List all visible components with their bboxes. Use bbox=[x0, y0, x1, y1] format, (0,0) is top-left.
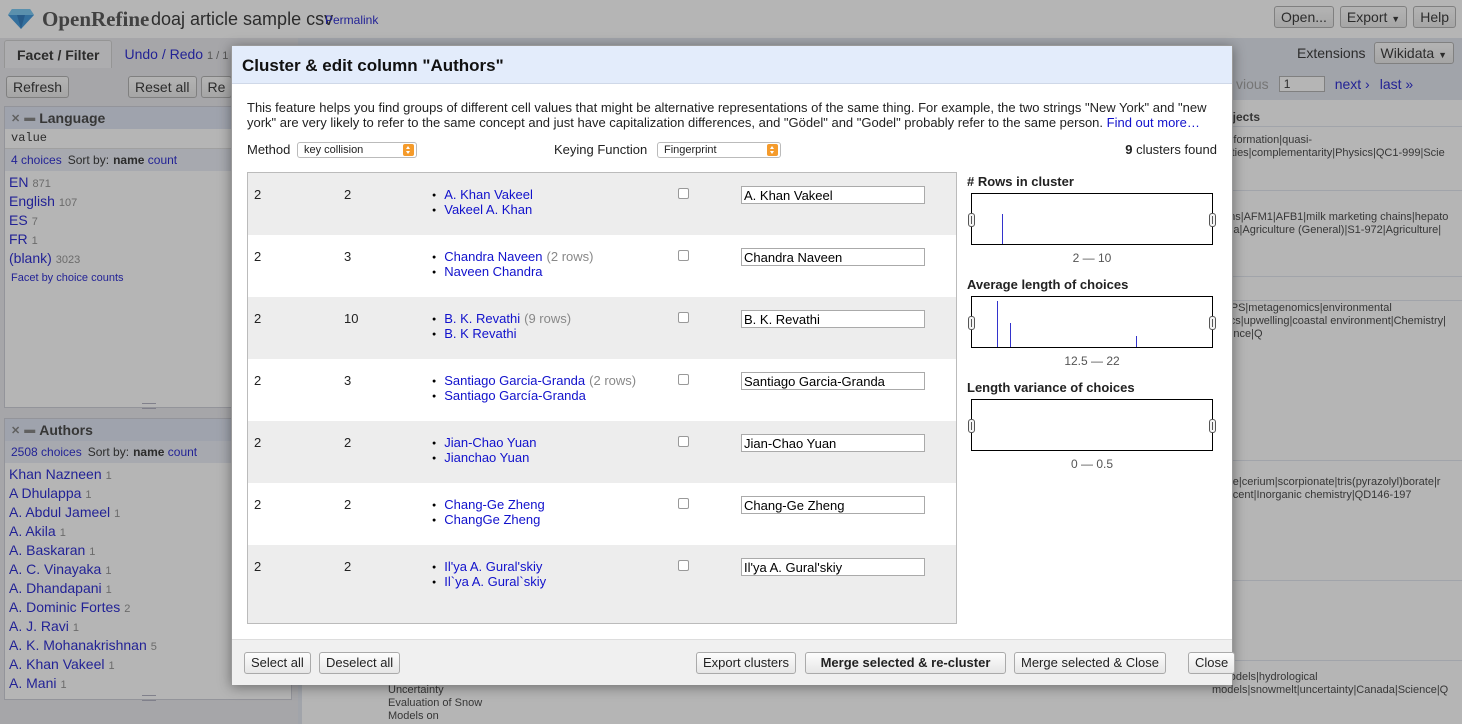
new-cell-value-input[interactable] bbox=[741, 310, 925, 328]
cluster-row: 2 3 Chandra Naveen(2 rows)Naveen Chandra bbox=[248, 235, 956, 297]
cluster-values-list: Chandra Naveen(2 rows)Naveen Chandra bbox=[432, 249, 593, 279]
cluster-value[interactable]: B. K. Revathi(9 rows) bbox=[432, 311, 571, 326]
method-select[interactable]: key collision bbox=[297, 142, 417, 158]
cluster-value[interactable]: Il'ya A. Gural'skiy bbox=[432, 559, 546, 574]
cluster-values-list: Chang-Ge ZhengChangGe Zheng bbox=[432, 497, 545, 527]
cluster-size: 2 bbox=[254, 187, 262, 202]
find-out-more-link[interactable]: Find out more… bbox=[1107, 115, 1200, 130]
clusters-count: 9 bbox=[1125, 142, 1133, 157]
cluster-value[interactable]: Santiago Garcia-Granda(2 rows) bbox=[432, 373, 636, 388]
deselect-all-button[interactable]: Deselect all bbox=[319, 652, 401, 674]
method-label: Method bbox=[247, 142, 291, 157]
cluster-table: 2 2 A. Khan VakeelVakeel A. Khan 2 3 Chandra … bbox=[247, 172, 957, 624]
rows-in-cluster-histogram[interactable] bbox=[968, 193, 1216, 245]
cluster-value[interactable]: Vakeel A. Khan bbox=[432, 202, 533, 217]
cluster-row: 2 2 Il'ya A. Gural'skiyIl`ya A. Gural`skiy bbox=[248, 545, 956, 607]
cluster-row-count: 10 bbox=[344, 311, 359, 326]
cluster-value[interactable]: A. Khan Vakeel bbox=[432, 187, 533, 202]
cluster-value[interactable]: Jianchao Yuan bbox=[432, 450, 537, 465]
merge-checkbox[interactable] bbox=[678, 560, 689, 571]
cluster-value[interactable]: Il`ya A. Gural`skiy bbox=[432, 574, 546, 589]
range-slider-handle[interactable] bbox=[968, 419, 975, 433]
cluster-size: 2 bbox=[254, 497, 262, 512]
cluster-row-count: 2 bbox=[344, 187, 352, 202]
select-all-button[interactable]: Select all bbox=[244, 652, 311, 674]
merge-checkbox[interactable] bbox=[678, 188, 689, 199]
cluster-row: 2 2 Jian-Chao YuanJianchao Yuan bbox=[248, 421, 956, 483]
merge-checkbox[interactable] bbox=[678, 312, 689, 323]
new-cell-value-input[interactable] bbox=[741, 496, 925, 514]
range-slider-handle[interactable] bbox=[1209, 419, 1216, 433]
cluster-value[interactable]: Naveen Chandra bbox=[432, 264, 593, 279]
merge-close-button[interactable]: Merge selected & Close bbox=[1014, 652, 1167, 674]
cluster-size: 2 bbox=[254, 311, 262, 326]
dialog-title: Cluster & edit column "Authors" bbox=[232, 46, 1232, 84]
cluster-values-list: B. K. Revathi(9 rows)B. K Revathi bbox=[432, 311, 571, 341]
clusters-found: 9 clusters found bbox=[1125, 142, 1217, 157]
cluster-value[interactable]: Santiago García-Granda bbox=[432, 388, 636, 403]
histogram-label: Length variance of choices bbox=[967, 380, 1135, 395]
cluster-size: 2 bbox=[254, 249, 262, 264]
histogram-bar bbox=[1010, 323, 1011, 347]
cluster-row-count: 2 bbox=[344, 435, 352, 450]
histogram-range: 0 — 0.5 bbox=[1070, 457, 1114, 471]
cluster-row: 2 2 A. Khan VakeelVakeel A. Khan bbox=[248, 173, 956, 235]
cluster-size: 2 bbox=[254, 559, 262, 574]
cluster-row-count: 3 bbox=[344, 373, 352, 388]
range-slider-handle[interactable] bbox=[968, 316, 975, 330]
histogram-label: Average length of choices bbox=[967, 277, 1129, 292]
histogram-bar bbox=[1136, 336, 1137, 347]
cluster-values-list: Santiago Garcia-Granda(2 rows)Santiago G… bbox=[432, 373, 636, 403]
merge-checkbox[interactable] bbox=[678, 250, 689, 261]
new-cell-value-input[interactable] bbox=[741, 372, 925, 390]
histogram-range: 2 — 10 bbox=[1072, 251, 1112, 265]
merge-checkbox[interactable] bbox=[678, 374, 689, 385]
cluster-size: 2 bbox=[254, 435, 262, 450]
cluster-row: 2 10 B. K. Revathi(9 rows)B. K Revathi bbox=[248, 297, 956, 359]
cluster-row-count: 3 bbox=[344, 249, 352, 264]
cluster-row-count: 2 bbox=[344, 559, 352, 574]
dialog-footer: Select all Deselect all Export clusters … bbox=[232, 639, 1236, 685]
histogram-bar bbox=[1002, 214, 1003, 244]
cluster-dialog: Cluster & edit column "Authors" This fea… bbox=[231, 45, 1236, 685]
cluster-value[interactable]: Chandra Naveen(2 rows) bbox=[432, 249, 593, 264]
new-cell-value-input[interactable] bbox=[741, 434, 925, 452]
new-cell-value-input[interactable] bbox=[741, 558, 925, 576]
new-cell-value-input[interactable] bbox=[741, 186, 925, 204]
close-button[interactable]: Close bbox=[1188, 652, 1236, 674]
dialog-description: This feature helps you find groups of di… bbox=[247, 100, 1207, 130]
merge-checkbox[interactable] bbox=[678, 498, 689, 509]
keying-function-label: Keying Function bbox=[554, 142, 648, 157]
cluster-value[interactable]: B. K Revathi bbox=[432, 326, 571, 341]
merge-checkbox[interactable] bbox=[678, 436, 689, 447]
cluster-value[interactable]: Chang-Ge Zheng bbox=[432, 497, 544, 512]
range-slider-handle[interactable] bbox=[1209, 213, 1216, 227]
new-cell-value-input[interactable] bbox=[741, 248, 925, 266]
average-length-histogram[interactable] bbox=[968, 296, 1216, 348]
length-variance-histogram[interactable] bbox=[968, 399, 1216, 451]
export-clusters-button[interactable]: Export clusters bbox=[696, 652, 796, 674]
cluster-row-count: 2 bbox=[344, 497, 352, 512]
cluster-size: 2 bbox=[254, 373, 262, 388]
cluster-row: 2 3 Santiago Garcia-Granda(2 rows)Santiago… bbox=[248, 359, 956, 421]
merge-recluster-button[interactable]: Merge selected & re-cluster bbox=[805, 652, 1006, 674]
cluster-value[interactable]: Jian-Chao Yuan bbox=[432, 435, 536, 450]
histogram-range: 12.5 — 22 bbox=[1064, 354, 1120, 368]
cluster-row: 2 2 Chang-Ge ZhengChangGe Zheng bbox=[248, 483, 956, 545]
cluster-value[interactable]: ChangGe Zheng bbox=[432, 512, 545, 527]
range-slider-handle[interactable] bbox=[1209, 316, 1216, 330]
keying-function-select[interactable]: Fingerprint bbox=[657, 142, 781, 158]
cluster-values-list: A. Khan VakeelVakeel A. Khan bbox=[432, 187, 533, 217]
histogram-bar bbox=[997, 301, 998, 347]
histogram-label: # Rows in cluster bbox=[967, 174, 1074, 189]
select-arrow-icon bbox=[767, 144, 778, 156]
range-slider-handle[interactable] bbox=[968, 213, 975, 227]
select-arrow-icon bbox=[403, 144, 414, 156]
cluster-row bbox=[248, 607, 956, 623]
cluster-values-list: Jian-Chao YuanJianchao Yuan bbox=[432, 435, 537, 465]
cluster-values-list: Il'ya A. Gural'skiyIl`ya A. Gural`skiy bbox=[432, 559, 546, 589]
